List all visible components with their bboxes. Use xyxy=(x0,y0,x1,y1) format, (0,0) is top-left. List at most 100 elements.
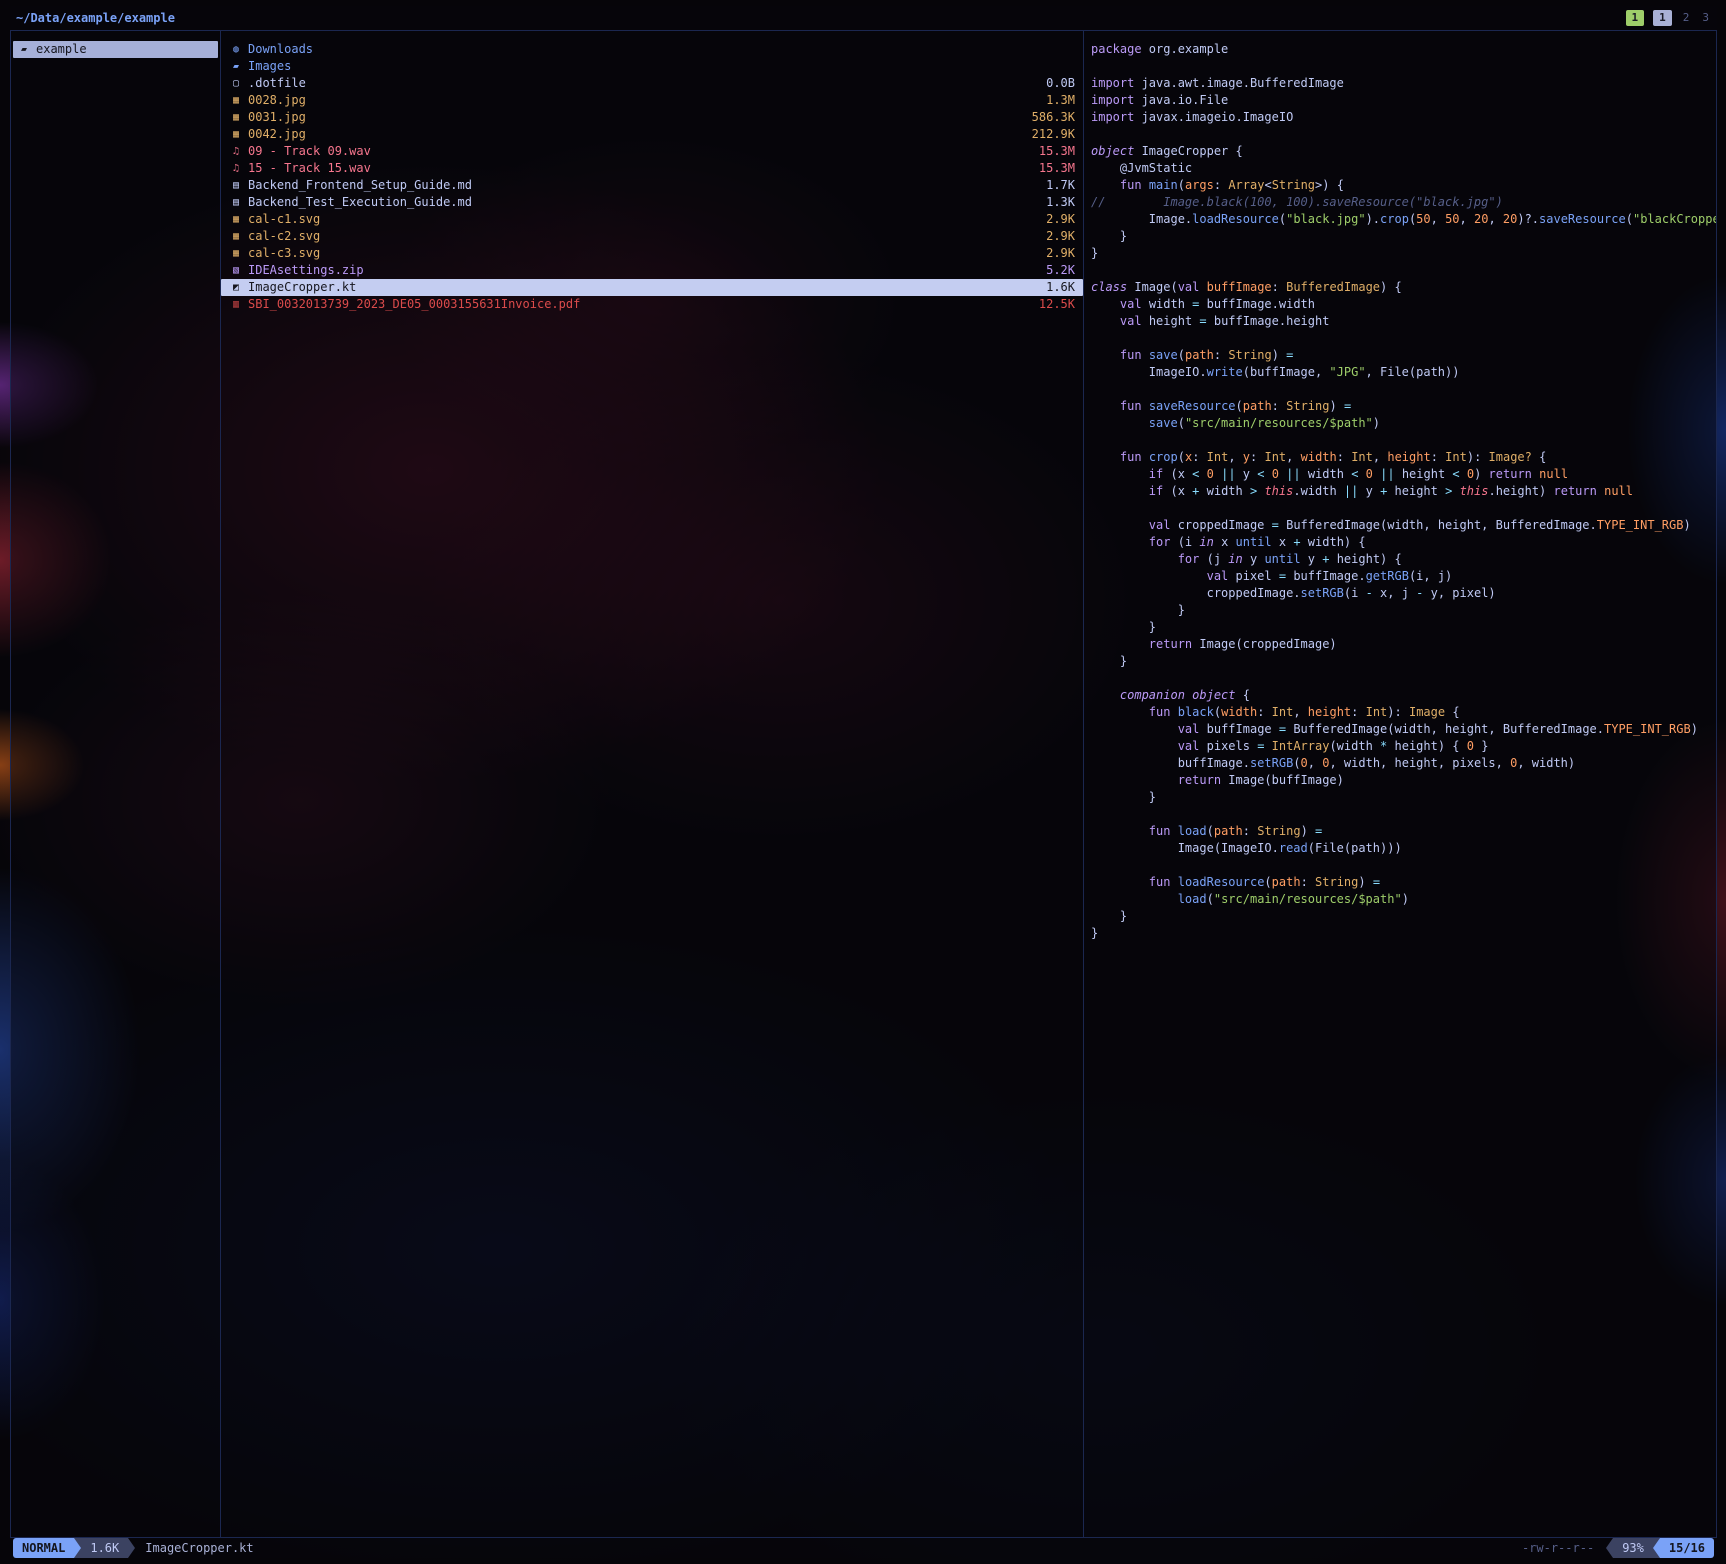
code-line: return Image(buffImage) xyxy=(1091,772,1716,789)
file-size: 212.9K xyxy=(1020,126,1075,143)
code-line: } xyxy=(1091,228,1716,245)
file-row[interactable]: ▦0031.jpg586.3K xyxy=(221,109,1083,126)
file-name: Downloads xyxy=(248,41,313,58)
code-line: } xyxy=(1091,245,1716,262)
code-line: // Image.black(100, 100).saveResource("b… xyxy=(1091,194,1716,211)
file-name: Images xyxy=(248,58,291,75)
file-size: 15.3M xyxy=(1027,160,1075,177)
pdf-icon: ▥ xyxy=(233,296,248,313)
code-line: @JvmStatic xyxy=(1091,160,1716,177)
code-line: object ImageCropper { xyxy=(1091,143,1716,160)
code-line: } xyxy=(1091,619,1716,636)
file-row[interactable]: ▤Backend_Frontend_Setup_Guide.md 1.7K xyxy=(221,177,1083,194)
file-row[interactable]: ▦cal-c1.svg2.9K xyxy=(221,211,1083,228)
code-line: } xyxy=(1091,653,1716,670)
breadcrumb-path: ~/Data/example/example xyxy=(16,11,175,25)
code-line: val pixels = IntArray(width * height) { … xyxy=(1091,738,1716,755)
code-line: class Image(val buffImage: BufferedImage… xyxy=(1091,279,1716,296)
code-line: companion object { xyxy=(1091,687,1716,704)
tab-3[interactable]: 2 xyxy=(1681,10,1692,26)
image-icon: ▦ xyxy=(233,92,248,109)
code-line: val croppedImage = BufferedImage(width, … xyxy=(1091,517,1716,534)
code-line: buffImage.setRGB(0, 0, width, height, pi… xyxy=(1091,755,1716,772)
file-name: cal-c3.svg xyxy=(248,245,320,262)
powerline-separator-icon xyxy=(1653,1538,1660,1558)
code-line: ImageIO.write(buffImage, "JPG", File(pat… xyxy=(1091,364,1716,381)
code-line: fun saveResource(path: String) = xyxy=(1091,398,1716,415)
code-line: load("src/main/resources/$path") xyxy=(1091,891,1716,908)
code-line xyxy=(1091,670,1716,687)
file-row[interactable]: ▦cal-c3.svg2.9K xyxy=(221,245,1083,262)
tab-2[interactable]: 1 xyxy=(1653,10,1672,26)
file-name: ImageCropper.kt xyxy=(248,279,356,296)
folder-icon: ▰ xyxy=(21,41,36,58)
file-row[interactable]: ▢.dotfile0.0B xyxy=(221,75,1083,92)
code-line: } xyxy=(1091,789,1716,806)
file-name: IDEAsettings.zip xyxy=(248,262,364,279)
file-size: 1.3M xyxy=(1034,92,1075,109)
file-row[interactable]: ▰Images xyxy=(221,58,1083,75)
file-name: example xyxy=(36,41,87,58)
code-line xyxy=(1091,432,1716,449)
code-line: Image(ImageIO.read(File(path))) xyxy=(1091,840,1716,857)
statusbar-right: -rw-r--r-- 93% 15/16 xyxy=(1522,1538,1714,1558)
file-row[interactable]: ♫09 - Track 09.wav15.3M xyxy=(221,143,1083,160)
code-line xyxy=(1091,262,1716,279)
code-line: for (i in x until x + width) { xyxy=(1091,534,1716,551)
file-manager-frame: ▰example ◍Downloads▰Images▢.dotfile0.0B▦… xyxy=(10,30,1717,1538)
file-row[interactable]: ▦0042.jpg212.9K xyxy=(221,126,1083,143)
code-line xyxy=(1091,500,1716,517)
code-line: fun load(path: String) = xyxy=(1091,823,1716,840)
code-line: package org.example xyxy=(1091,41,1716,58)
code-line xyxy=(1091,806,1716,823)
audio-icon: ♫ xyxy=(233,160,248,177)
code-line: for (j in y until y + height) { xyxy=(1091,551,1716,568)
powerline-separator-icon xyxy=(128,1538,135,1558)
file-row[interactable]: ◍Downloads xyxy=(221,41,1083,58)
file-row[interactable]: ◩ImageCropper.kt1.6K xyxy=(221,279,1083,296)
file-size: 15.3M xyxy=(1027,143,1075,160)
folder-icon: ▰ xyxy=(233,58,248,75)
file-size: 2.9K xyxy=(1034,245,1075,262)
audio-icon: ♫ xyxy=(233,143,248,160)
file-row[interactable]: ▦0028.jpg1.3M xyxy=(221,92,1083,109)
code-line: if (x < 0 || y < 0 || width < 0 || heigh… xyxy=(1091,466,1716,483)
statusbar-left: NORMAL 1.6K ImageCropper.kt xyxy=(13,1538,254,1558)
markdown-icon: ▤ xyxy=(233,194,248,211)
file-size: 2.9K xyxy=(1034,211,1075,228)
downloads-icon: ◍ xyxy=(233,41,248,58)
file-name: .dotfile xyxy=(248,75,306,92)
powerline-separator-icon xyxy=(74,1538,81,1558)
markdown-icon: ▤ xyxy=(233,177,248,194)
tab-1[interactable]: 1 xyxy=(1626,10,1645,26)
code-line: } xyxy=(1091,908,1716,925)
file-row[interactable]: ▤Backend_Test_Execution_Guide.md1.3K xyxy=(221,194,1083,211)
code-line: fun main(args: Array<String>) { xyxy=(1091,177,1716,194)
file-size: 1.3K xyxy=(1034,194,1075,211)
code-line: fun save(path: String) = xyxy=(1091,347,1716,364)
file-name: 15 - Track 15.wav xyxy=(248,160,371,177)
file-name: cal-c1.svg xyxy=(248,211,320,228)
statusbar-filename: ImageCropper.kt xyxy=(145,1541,253,1555)
file-size: 0.0B xyxy=(1034,75,1075,92)
permissions-text: -rw-r--r-- xyxy=(1522,1541,1594,1555)
svg-icon: ▦ xyxy=(233,228,248,245)
image-icon: ▦ xyxy=(233,126,248,143)
code-line: } xyxy=(1091,602,1716,619)
code-view: package org.example import java.awt.imag… xyxy=(1084,41,1716,942)
code-line: fun crop(x: Int, y: Int, width: Int, hei… xyxy=(1091,449,1716,466)
scroll-percent-badge: 93% xyxy=(1613,1538,1653,1558)
preview-panel: package org.example import java.awt.imag… xyxy=(1084,31,1716,1537)
file-name: Backend_Frontend_Setup_Guide.md xyxy=(248,177,472,194)
code-line xyxy=(1091,857,1716,874)
file-row[interactable]: ♫15 - Track 15.wav 15.3M xyxy=(221,160,1083,177)
file-size: 586.3K xyxy=(1020,109,1075,126)
file-size: 1.7K xyxy=(1034,177,1075,194)
file-name: SBI_0032013739_2023_DE05_0003155631Invoi… xyxy=(248,296,580,313)
tab-4[interactable]: 3 xyxy=(1700,10,1711,26)
file-row[interactable]: ▥SBI_0032013739_2023_DE05_0003155631Invo… xyxy=(221,296,1083,313)
file-row[interactable]: ▧IDEAsettings.zip5.2K xyxy=(221,262,1083,279)
code-line: fun loadResource(path: String) = xyxy=(1091,874,1716,891)
file-row[interactable]: ▰example xyxy=(13,41,218,58)
file-row[interactable]: ▦cal-c2.svg2.9K xyxy=(221,228,1083,245)
